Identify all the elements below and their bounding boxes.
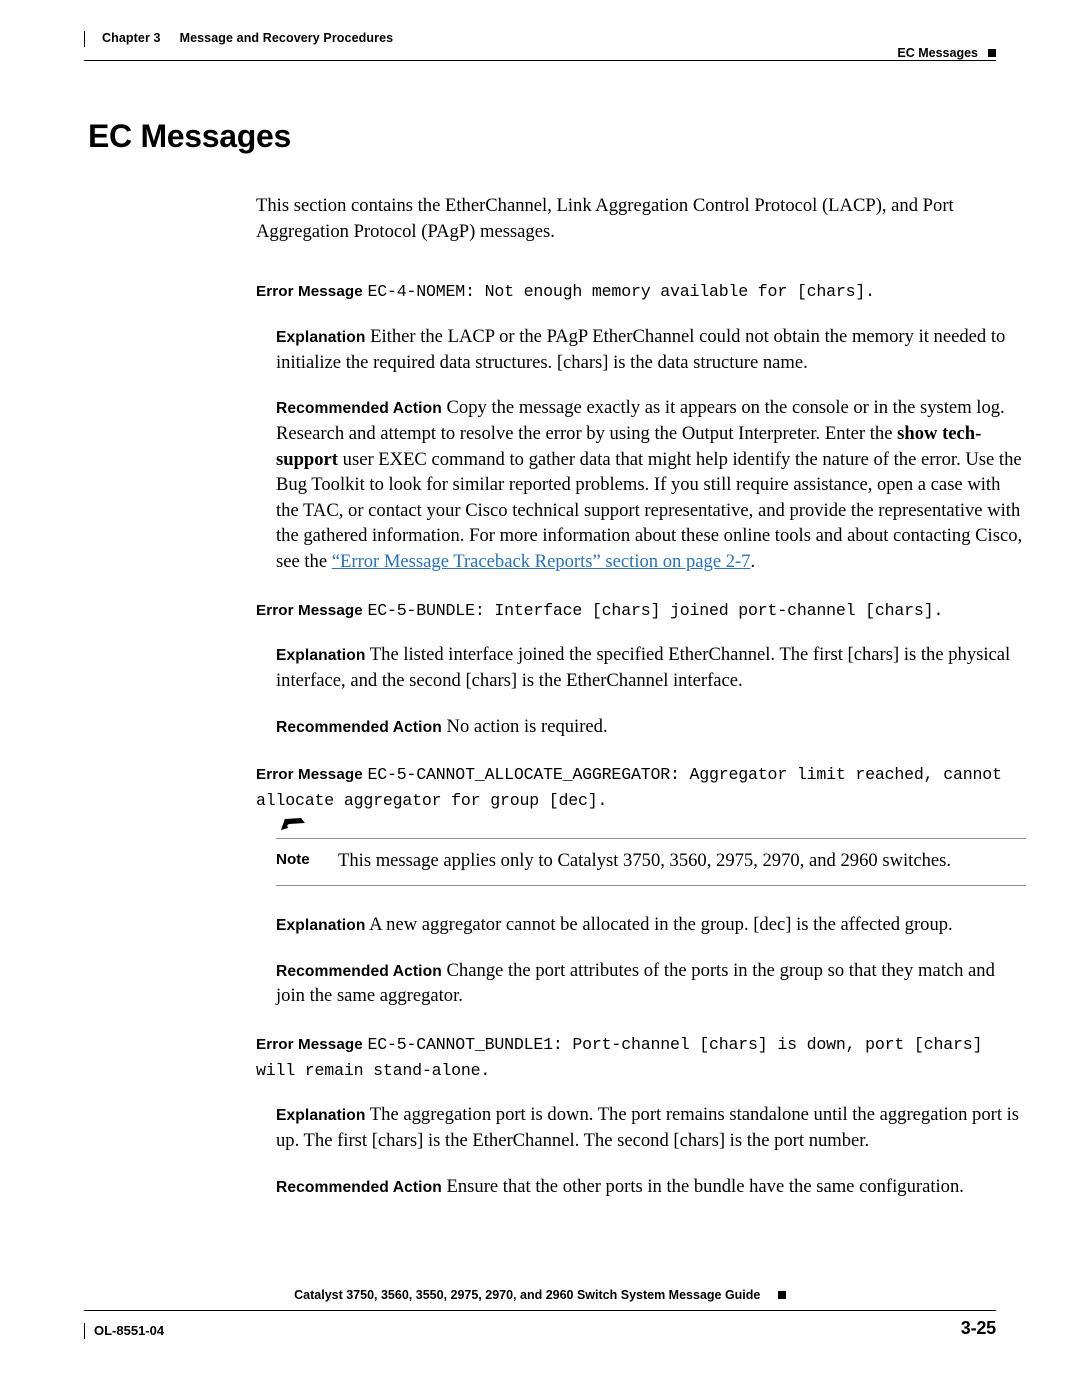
error-message-label: Error Message [256, 766, 363, 784]
page-content: EC Messages This section contains the Et… [88, 118, 1026, 1219]
header-tick-mark [84, 31, 85, 47]
explanation-label: Explanation [276, 647, 366, 665]
explanation-text: Either the LACP or the PAgP EtherChannel… [276, 325, 1006, 373]
error-message-text: EC-5-BUNDLE: Interface [chars] joined po… [367, 600, 944, 620]
footer-doc-id: OL-8551-04 [94, 1322, 165, 1338]
recommended-action-text: No action is required. [446, 715, 608, 737]
header-running-head: EC Messages [897, 46, 996, 60]
error-message-label: Error Message [256, 1036, 363, 1054]
message-block-ec-4-nomem: Error Message EC-4-NOMEM: Not enough mem… [88, 278, 1022, 574]
traceback-reports-link[interactable]: “Error Message Traceback Reports” sectio… [332, 551, 751, 572]
footer-divider [84, 1310, 996, 1311]
header-chapter-number: Chapter 3 [102, 31, 161, 45]
explanation-text: The aggregation port is down. The port r… [276, 1104, 1020, 1151]
error-message-text: EC-5-CANNOT_ALLOCATE_AGGREGATOR: Aggrega… [256, 765, 1002, 810]
page-number: 3-25 [960, 1318, 996, 1338]
footer-square-marker-icon [777, 1291, 786, 1299]
recommended-action-text: Ensure that the other ports in the bundl… [446, 1175, 964, 1197]
explanation-paragraph: Explanation Either the LACP or the PAgP … [276, 324, 1026, 375]
footer-tick-mark [84, 1323, 85, 1339]
header-chapter-title: Message and Recovery Procedures [179, 31, 394, 45]
recommended-action-paragraph: Recommended Action Copy the message exac… [276, 395, 1026, 575]
error-message-line: Error Message EC-5-CANNOT_ALLOCATE_AGGRE… [256, 761, 1026, 812]
header-square-marker-icon [988, 49, 996, 57]
header-divider [84, 60, 996, 61]
footer-guide-title-row: Catalyst 3750, 3560, 3550, 2975, 2970, a… [84, 1288, 996, 1302]
recommended-action-label: Recommended Action [276, 718, 442, 736]
note-divider-bottom [276, 885, 1026, 887]
note-text: This message applies only to Catalyst 37… [338, 850, 952, 872]
explanation-label: Explanation [276, 1107, 366, 1125]
explanation-paragraph: Explanation The aggregation port is down… [276, 1102, 1026, 1153]
header-running-head-text: EC Messages [897, 46, 978, 60]
recommended-action-label: Recommended Action [276, 962, 442, 980]
explanation-text: The listed interface joined the specifie… [276, 644, 1011, 691]
note-label: Note [276, 851, 310, 869]
recommended-action-label: Recommended Action [276, 1178, 442, 1196]
error-message-text: EC-5-CANNOT_BUNDLE1: Port-channel [chars… [256, 1035, 983, 1080]
page-footer: Catalyst 3750, 3560, 3550, 2975, 2970, a… [84, 1288, 996, 1356]
explanation-label: Explanation [276, 917, 366, 935]
message-block-ec-5-cannot-allocate-aggregator: Error Message EC-5-CANNOT_ALLOCATE_AGGRE… [88, 761, 1026, 1009]
page-title: EC Messages [88, 118, 292, 154]
error-message-line: Error Message EC-5-CANNOT_BUNDLE1: Port-… [256, 1031, 1026, 1082]
error-message-label: Error Message [256, 283, 363, 301]
note-content: Note This message applies only to Cataly… [276, 839, 1026, 885]
explanation-text: A new aggregator cannot be allocated in … [369, 914, 953, 936]
explanation-paragraph: Explanation The listed interface joined … [276, 642, 1026, 693]
error-message-text: EC-4-NOMEM: Not enough memory available … [367, 282, 875, 302]
error-message-line: Error Message EC-5-BUNDLE: Interface [ch… [256, 597, 1026, 623]
explanation-label: Explanation [276, 328, 366, 346]
note-box: Note This message applies only to Cataly… [276, 818, 1026, 887]
footer-guide-title: Catalyst 3750, 3560, 3550, 2975, 2970, a… [294, 1288, 761, 1302]
pencil-icon [279, 816, 309, 839]
message-block-ec-5-cannot-bundle1: Error Message EC-5-CANNOT_BUNDLE1: Port-… [88, 1031, 1019, 1199]
recommended-action-text-part3: . [750, 551, 756, 573]
recommended-action-label: Recommended Action [276, 400, 442, 418]
footer-doc-id-row: OL-8551-04 [84, 1322, 165, 1339]
page-header: Chapter 3 Message and Recovery Procedure… [84, 30, 996, 61]
recommended-action-paragraph: Recommended Action Change the port attri… [276, 958, 1026, 1009]
section-intro-paragraph: This section contains the EtherChannel, … [256, 195, 954, 242]
message-block-ec-5-bundle: Error Message EC-5-BUNDLE: Interface [ch… [88, 597, 1018, 740]
error-message-line: Error Message EC-4-NOMEM: Not enough mem… [256, 278, 1026, 304]
header-chapter-info: Chapter 3 Message and Recovery Procedure… [84, 30, 394, 47]
explanation-paragraph: Explanation A new aggregator cannot be a… [276, 912, 1026, 938]
error-message-label: Error Message [256, 601, 363, 619]
recommended-action-paragraph: Recommended Action Ensure that the other… [276, 1174, 1026, 1200]
recommended-action-paragraph: Recommended Action No action is required… [276, 714, 1026, 740]
